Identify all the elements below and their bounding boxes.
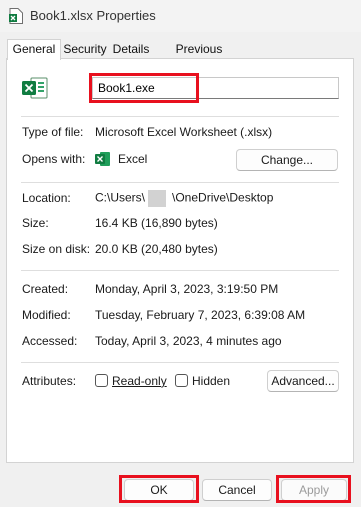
opens-with-app: Excel (118, 152, 148, 166)
read-only-checkbox[interactable] (95, 374, 108, 387)
modified-label: Modified: (22, 308, 71, 322)
opens-with-label: Opens with: (22, 152, 86, 166)
redacted-username (148, 190, 167, 207)
tab-details[interactable]: Details (112, 41, 150, 58)
hidden-label[interactable]: Hidden (192, 374, 230, 388)
type-of-file-label: Type of file: (22, 125, 84, 139)
change-button[interactable]: Change... (236, 149, 338, 171)
modified-value: Tuesday, February 7, 2023, 6:39:08 AM (95, 308, 306, 322)
window-title: Book1.xlsx Properties (30, 8, 156, 23)
excel-file-icon (22, 77, 48, 99)
location-value: C:\Users\ \OneDrive\Desktop (95, 190, 273, 207)
divider (21, 270, 339, 271)
excel-app-icon (95, 152, 110, 166)
location-suffix: \OneDrive\Desktop (172, 190, 274, 205)
general-panel (6, 58, 354, 463)
tab-general[interactable]: General (7, 39, 61, 60)
location-prefix: C:\Users\ (95, 190, 146, 205)
tab-security[interactable]: Security (63, 41, 107, 58)
divider (21, 182, 339, 183)
attributes-label: Attributes: (22, 374, 77, 388)
created-label: Created: (22, 282, 69, 296)
file-name-input[interactable] (92, 77, 339, 99)
ok-button-label: OK (150, 483, 168, 497)
type-of-file-value: Microsoft Excel Worksheet (.xlsx) (95, 125, 273, 139)
apply-button-label: Apply (298, 483, 330, 497)
cancel-button[interactable]: Cancel (202, 479, 272, 501)
accessed-label: Accessed: (22, 334, 78, 348)
location-label: Location: (22, 191, 71, 205)
size-on-disk-value: 20.0 KB (20,480 bytes) (95, 242, 218, 256)
size-on-disk-label: Size on disk: (22, 242, 91, 256)
tab-previous-versions[interactable]: Previous Versions (155, 41, 243, 73)
cancel-button-label: Cancel (218, 483, 256, 497)
advanced-button[interactable]: Advanced... (267, 370, 339, 392)
title-bar: Book1.xlsx Properties (0, 0, 361, 32)
change-button-label: Change... (260, 153, 314, 167)
size-label: Size: (22, 216, 49, 230)
ok-button[interactable]: OK (124, 479, 194, 501)
divider (21, 116, 339, 117)
advanced-button-label: Advanced... (271, 374, 335, 388)
accessed-value: Today, April 3, 2023, 4 minutes ago (95, 334, 282, 348)
created-value: Monday, April 3, 2023, 3:19:50 PM (95, 282, 279, 296)
read-only-label[interactable]: Read-only (112, 374, 167, 388)
apply-button[interactable]: Apply (281, 479, 347, 501)
size-value: 16.4 KB (16,890 bytes) (95, 216, 218, 230)
divider (21, 362, 339, 363)
excel-file-icon (9, 8, 23, 24)
hidden-checkbox[interactable] (175, 374, 188, 387)
